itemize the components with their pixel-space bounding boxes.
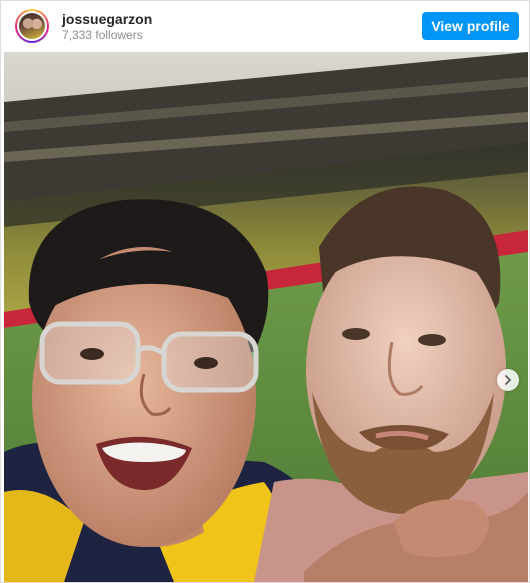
view-profile-button[interactable]: View profile: [422, 12, 519, 40]
post-header: jossuegarzon 7,333 followers View profil…: [1, 1, 529, 51]
avatar-image: [19, 13, 45, 39]
user-info: jossuegarzon 7,333 followers: [62, 11, 152, 43]
chevron-right-icon: [505, 375, 511, 385]
carousel-next-button[interactable]: [497, 369, 519, 391]
post-photo: [4, 52, 528, 582]
profile-avatar[interactable]: [15, 9, 49, 43]
follower-count: 7,333 followers: [62, 28, 143, 42]
post-media[interactable]: [4, 52, 528, 582]
username-link[interactable]: jossuegarzon: [62, 11, 152, 28]
instagram-embed: jossuegarzon 7,333 followers View profil…: [0, 0, 530, 583]
